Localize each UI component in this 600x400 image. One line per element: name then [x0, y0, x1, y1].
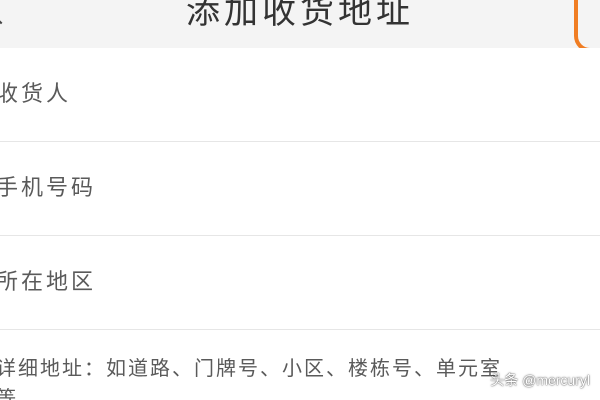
page-title: 添加收货地址	[186, 0, 414, 32]
nav-header: 添加收货地址	[0, 0, 600, 52]
detail-address-placeholder: 详细地址：如道路、门牌号、小区、楼栋号、单元室	[0, 356, 502, 380]
recipient-name-field[interactable]: 收货人	[0, 48, 600, 142]
region-placeholder: 所在地区	[0, 270, 97, 295]
phone-number-placeholder: 手机号码	[0, 176, 97, 201]
add-address-screen: 添加收货地址 收货人 手机号码 所在地区 详细地址：如道路、门牌号、小区、楼栋号…	[0, 0, 600, 400]
region-field[interactable]: 所在地区	[0, 236, 600, 330]
recipient-name-placeholder: 收货人	[0, 82, 72, 107]
phone-number-field[interactable]: 手机号码	[0, 142, 600, 236]
watermark: 头条 @mercuryl	[490, 372, 590, 388]
orange-annotation-mark	[574, 0, 600, 52]
detail-address-placeholder-wrap: 等	[0, 386, 18, 400]
